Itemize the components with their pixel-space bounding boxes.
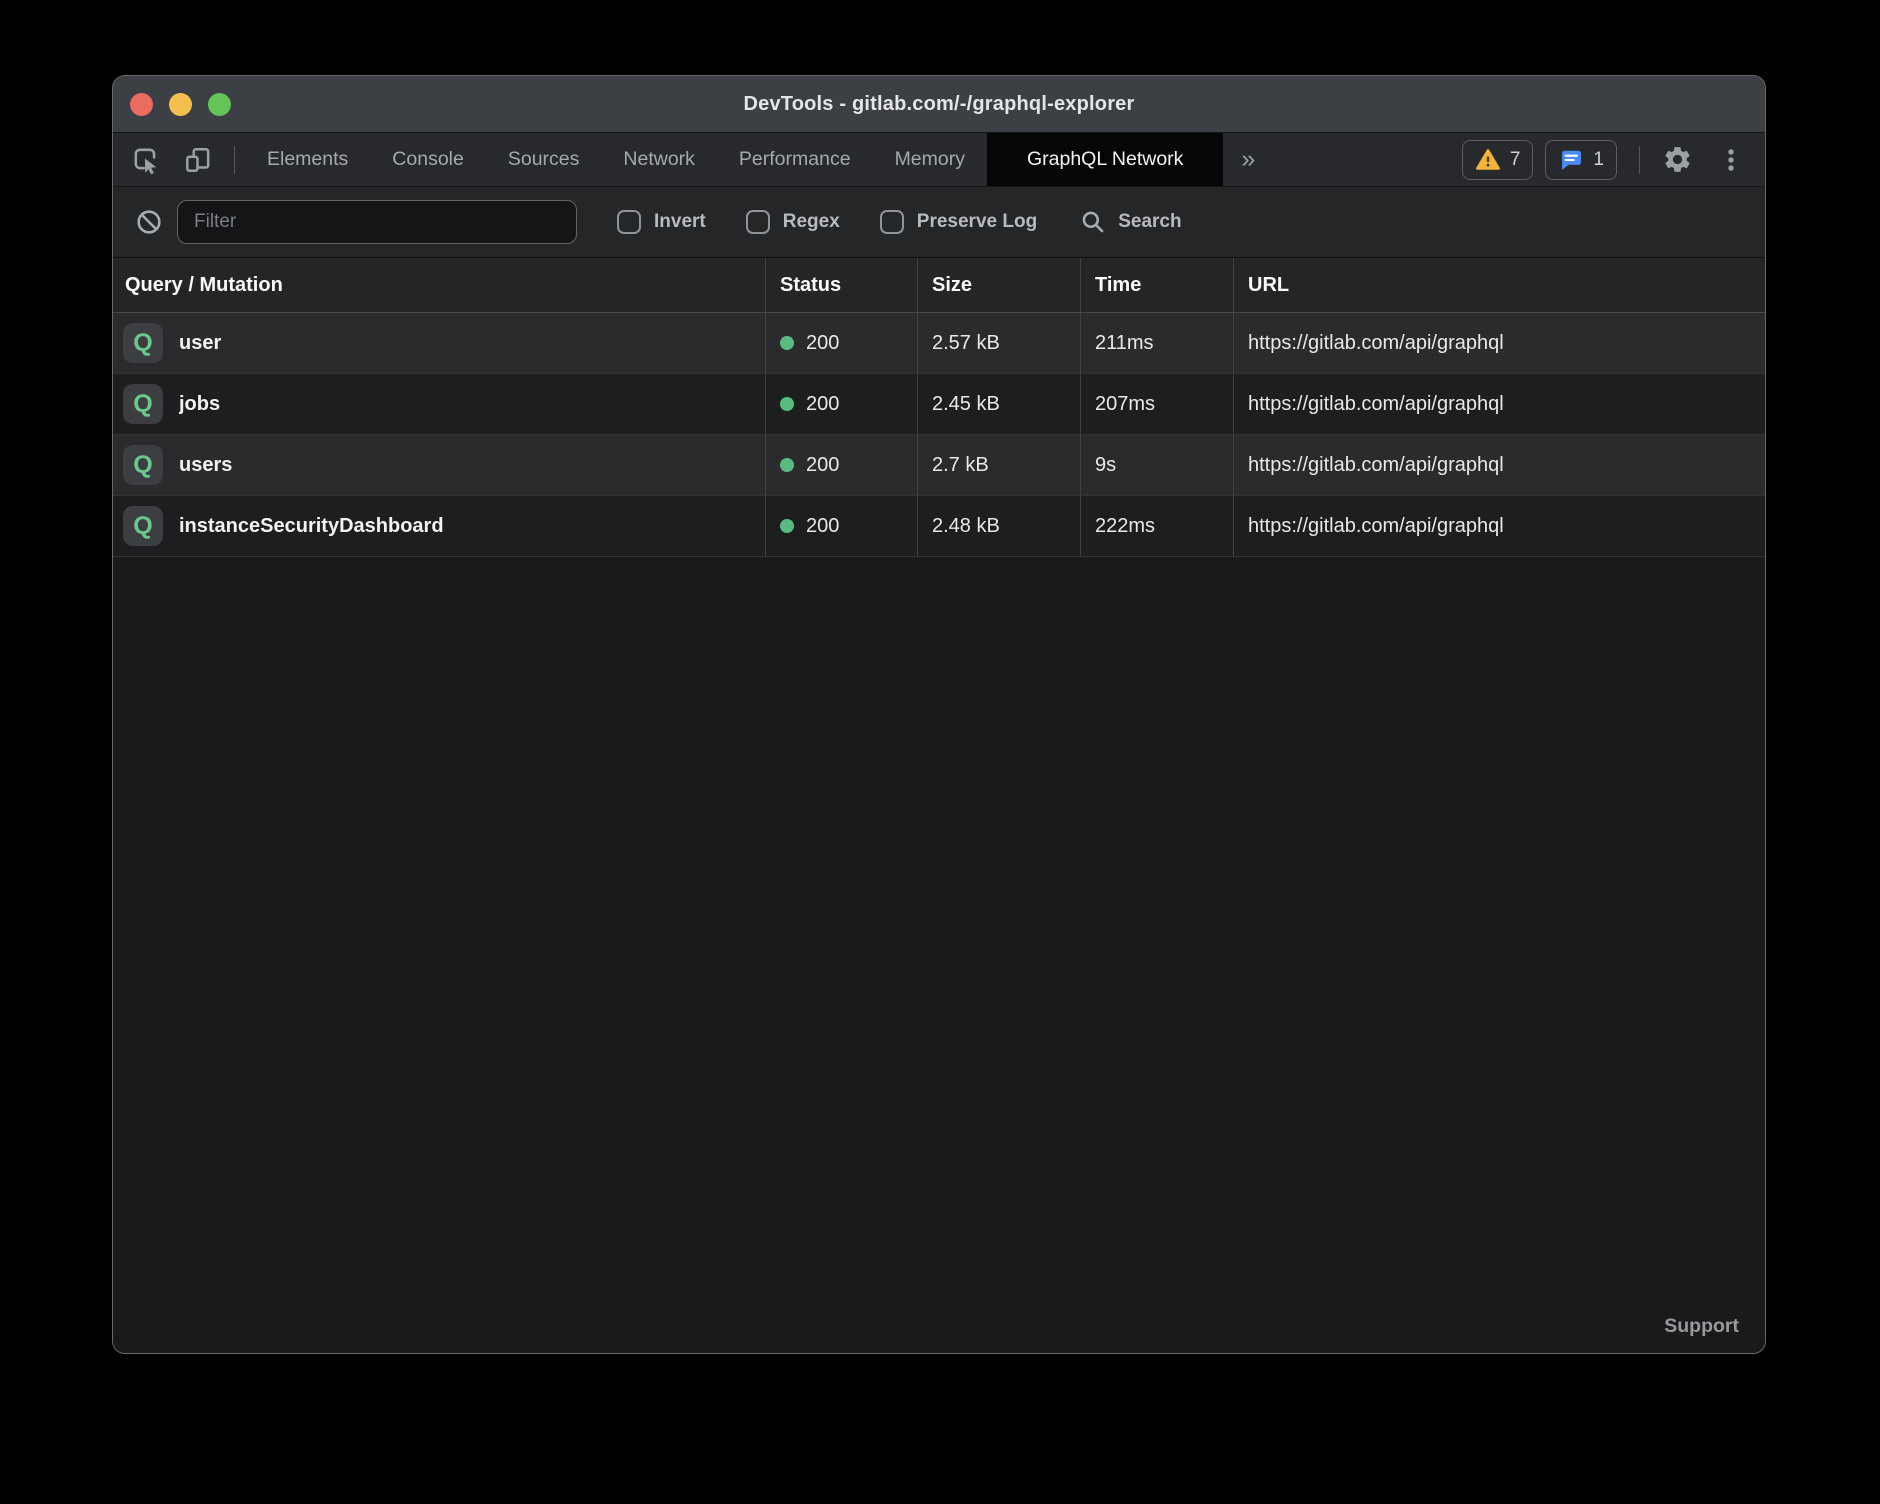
query-name: instanceSecurityDashboard xyxy=(179,515,444,538)
gear-icon xyxy=(1662,144,1693,175)
invert-checkbox-group[interactable]: Invert xyxy=(617,210,706,234)
response-time: 9s xyxy=(1081,435,1234,495)
status-code: 200 xyxy=(806,332,839,355)
response-size: 2.48 kB xyxy=(918,496,1081,556)
query-name: jobs xyxy=(179,393,220,416)
toolbar-divider xyxy=(1639,146,1640,174)
response-time: 211ms xyxy=(1081,313,1234,373)
warning-icon xyxy=(1475,147,1501,173)
status-code: 200 xyxy=(806,454,839,477)
column-header-size[interactable]: Size xyxy=(918,258,1081,312)
tabbar-spacer xyxy=(1273,133,1462,186)
block-icon xyxy=(135,208,163,236)
kebab-menu-icon xyxy=(1717,146,1745,174)
table-row[interactable]: Q jobs 200 2.45 kB 207ms https://gitlab.… xyxy=(113,374,1765,435)
panel-empty-area: Support xyxy=(113,557,1765,1353)
column-header-status[interactable]: Status xyxy=(766,258,918,312)
request-url: https://gitlab.com/api/graphql xyxy=(1234,496,1765,556)
response-size: 2.57 kB xyxy=(918,313,1081,373)
query-name: users xyxy=(179,454,232,477)
regex-checkbox-group[interactable]: Regex xyxy=(746,210,840,234)
request-url: https://gitlab.com/api/graphql xyxy=(1234,374,1765,434)
search-button[interactable]: Search xyxy=(1079,208,1181,236)
clear-log-button[interactable] xyxy=(113,208,177,236)
issues-count: 1 xyxy=(1593,149,1604,171)
window-title: DevTools - gitlab.com/-/graphql-explorer xyxy=(113,93,1765,116)
preserve-log-checkbox-group[interactable]: Preserve Log xyxy=(880,210,1037,234)
response-size: 2.7 kB xyxy=(918,435,1081,495)
query-type-badge: Q xyxy=(123,323,163,363)
toggle-device-toolbar-button[interactable] xyxy=(172,133,224,186)
invert-label: Invert xyxy=(654,211,706,233)
issues-badge[interactable]: 1 xyxy=(1545,140,1617,180)
tab-console[interactable]: Console xyxy=(370,133,486,186)
inspect-cursor-icon xyxy=(131,145,161,175)
status-code: 200 xyxy=(806,515,839,538)
device-toolbar-icon xyxy=(183,145,213,175)
status-code: 200 xyxy=(806,393,839,416)
tab-network[interactable]: Network xyxy=(601,133,717,186)
warnings-badge[interactable]: 7 xyxy=(1462,140,1534,180)
devtools-window: DevTools - gitlab.com/-/graphql-explorer… xyxy=(112,75,1766,1354)
customize-devtools-button[interactable] xyxy=(1705,133,1765,186)
table-header-row: Query / Mutation Status Size Time URL xyxy=(113,258,1765,313)
filter-input[interactable] xyxy=(177,200,577,244)
response-time: 222ms xyxy=(1081,496,1234,556)
tab-performance[interactable]: Performance xyxy=(717,133,873,186)
tab-sources[interactable]: Sources xyxy=(486,133,602,186)
tab-graphql-network[interactable]: GraphQL Network xyxy=(987,133,1223,186)
table-row[interactable]: Q users 200 2.7 kB 9s https://gitlab.com… xyxy=(113,435,1765,496)
table-row[interactable]: Q instanceSecurityDashboard 200 2.48 kB … xyxy=(113,496,1765,557)
column-header-query-mutation[interactable]: Query / Mutation xyxy=(113,258,766,312)
invert-checkbox[interactable] xyxy=(617,210,641,234)
query-type-badge: Q xyxy=(123,506,163,546)
message-bubble-icon xyxy=(1558,147,1584,173)
search-icon xyxy=(1079,208,1107,236)
regex-label: Regex xyxy=(783,211,840,233)
request-url: https://gitlab.com/api/graphql xyxy=(1234,435,1765,495)
query-type-badge: Q xyxy=(123,445,163,485)
column-header-url[interactable]: URL xyxy=(1234,258,1765,312)
inspect-element-button[interactable] xyxy=(113,133,172,186)
tab-elements[interactable]: Elements xyxy=(245,133,370,186)
search-label: Search xyxy=(1118,211,1181,233)
support-link[interactable]: Support xyxy=(1664,1315,1739,1338)
query-name: user xyxy=(179,332,221,355)
regex-checkbox[interactable] xyxy=(746,210,770,234)
toolbar-divider xyxy=(234,146,235,174)
preserve-log-label: Preserve Log xyxy=(917,211,1037,233)
query-type-badge: Q xyxy=(123,384,163,424)
title-bar[interactable]: DevTools - gitlab.com/-/graphql-explorer xyxy=(113,76,1765,133)
status-ok-dot xyxy=(780,519,794,533)
status-ok-dot xyxy=(780,336,794,350)
table-row[interactable]: Q user 200 2.57 kB 211ms https://gitlab.… xyxy=(113,313,1765,374)
status-ok-dot xyxy=(780,458,794,472)
devtools-tab-bar: Elements Console Sources Network Perform… xyxy=(113,133,1765,187)
tab-memory[interactable]: Memory xyxy=(873,133,987,186)
request-url: https://gitlab.com/api/graphql xyxy=(1234,313,1765,373)
settings-button[interactable] xyxy=(1650,133,1705,186)
more-tabs-button[interactable]: » xyxy=(1223,133,1273,186)
warning-count: 7 xyxy=(1510,149,1521,171)
status-ok-dot xyxy=(780,397,794,411)
response-size: 2.45 kB xyxy=(918,374,1081,434)
preserve-log-checkbox[interactable] xyxy=(880,210,904,234)
response-time: 207ms xyxy=(1081,374,1234,434)
network-filter-toolbar: Invert Regex Preserve Log Search xyxy=(113,187,1765,258)
column-header-time[interactable]: Time xyxy=(1081,258,1234,312)
